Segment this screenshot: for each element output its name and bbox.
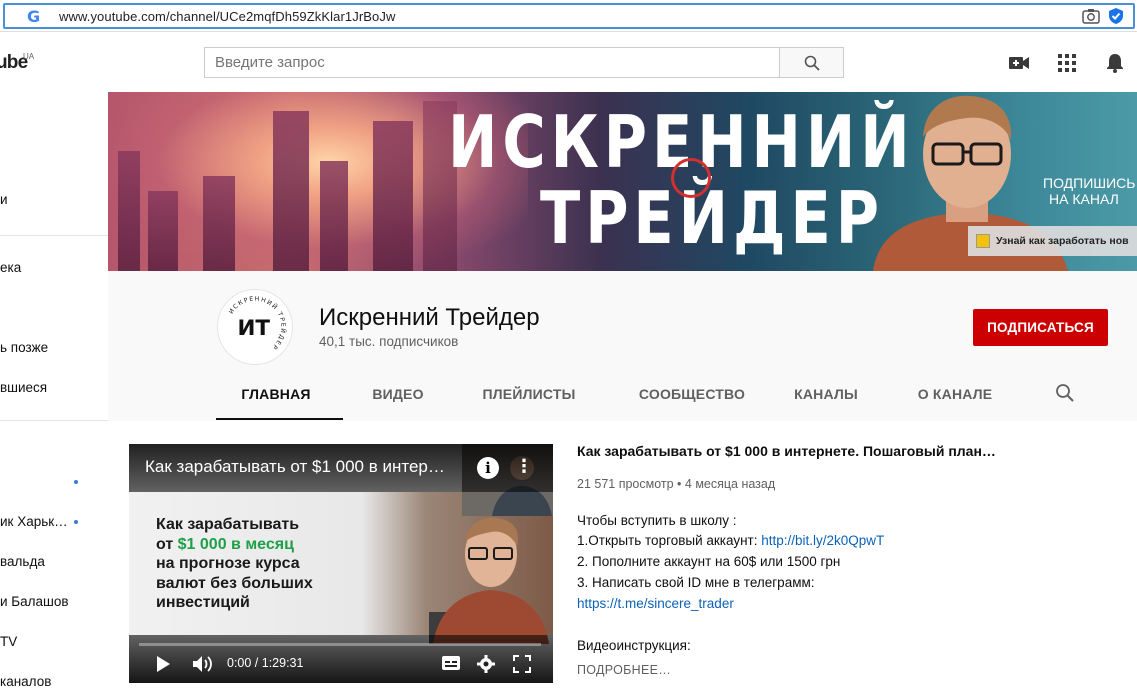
description-line: Видеоинструкция: [577, 638, 691, 653]
account-link[interactable]: http://bit.ly/2k0QpwT [761, 533, 884, 548]
search-button[interactable] [779, 47, 844, 78]
channel-search-icon[interactable] [1054, 382, 1076, 404]
description-line: 2. Пополните аккаунт на 60$ или 1500 грн [577, 554, 841, 569]
search-icon [804, 55, 820, 71]
show-more-button[interactable]: ПОДРОБНЕЕ… [577, 663, 671, 677]
tab-community[interactable]: СООБЩЕСТВО [627, 382, 757, 420]
banner-subscribe-line1: ПОДПИШИСЬ [1043, 175, 1136, 191]
video-time: 0:00 / 1:29:31 [227, 656, 304, 670]
caption-line: на прогнозе курса [156, 555, 300, 572]
url-text[interactable]: www.youtube.com/channel/UCe2mqfDh59ZkKla… [59, 9, 395, 24]
caption-line: валют без больших [156, 574, 313, 592]
building-shape [273, 111, 309, 271]
browser-address-bar: G www.youtube.com/channel/UCe2mqfDh59ZkK… [0, 0, 1137, 32]
screenshot-camera-icon[interactable] [1081, 7, 1101, 25]
tab-about[interactable]: О КАНАЛЕ [910, 382, 1000, 420]
more-vert-icon[interactable]: ⋮ [515, 456, 533, 477]
video-title-bar: Как зарабатывать от $1 000 в интер… i ⋮ [129, 444, 553, 492]
video-camera-icon [1009, 57, 1029, 69]
link-favicon-icon [976, 234, 990, 248]
sidebar-item[interactable]: ека [0, 260, 21, 282]
caption-line: инвестиций [156, 594, 250, 611]
info-icon[interactable]: i [477, 457, 499, 479]
thumbnail-caption: Как зарабатывать от $1 000 в месяц на пр… [156, 515, 313, 613]
sidebar-item[interactable]: ик Харьк… [0, 514, 68, 536]
sidebar-divider [0, 235, 108, 236]
video-meta: 21 571 просмотр • 4 месяца назад [577, 477, 776, 491]
channel-banner: ИСКРЕННИЙ ТРЕЙДЕР ПОДПИШИСЬ НА КАНАЛ Узн… [108, 92, 1137, 271]
logo-region-code: UA [23, 52, 35, 61]
building-shape [373, 121, 413, 271]
youtube-header: ube UA [0, 32, 1137, 92]
svg-text:ИТ: ИТ [237, 316, 270, 341]
notifications-button[interactable] [1103, 52, 1127, 74]
subtitles-icon[interactable] [441, 655, 461, 671]
fullscreen-icon[interactable] [513, 655, 531, 673]
subscriber-count: 40,1 тыс. подписчиков [319, 334, 459, 349]
sidebar-item[interactable]: и Балашов [0, 594, 69, 616]
apps-button[interactable] [1055, 52, 1079, 74]
caption-prefix: от [156, 535, 178, 553]
url-field[interactable]: G www.youtube.com/channel/UCe2mqfDh59ZkK… [3, 3, 1135, 29]
building-shape [320, 161, 348, 271]
description-line: 1.Открыть торговый аккаунт: http://bit.l… [577, 533, 884, 548]
channel-header: ИСКРЕННИЙ ТРЕЙДЕР ИТ Искренний Трейдер 4… [108, 271, 1137, 421]
sidebar-item[interactable]: каналов [0, 674, 51, 690]
create-video-button[interactable] [1007, 52, 1031, 74]
banner-subscribe-line2: НА КАНАЛ [1049, 191, 1119, 207]
thumbnail-person-photo [429, 517, 549, 644]
shield-check-icon[interactable] [1107, 7, 1125, 25]
building-shape [148, 191, 178, 271]
active-tab-underline [216, 418, 343, 420]
caption-line: Как зарабатывать [156, 516, 300, 533]
description-text: 1.Открыть торговый аккаунт: [577, 533, 762, 548]
search-input[interactable] [205, 48, 780, 77]
channel-avatar[interactable]: ИСКРЕННИЙ ТРЕЙДЕР ИТ [217, 289, 293, 365]
tab-playlists[interactable]: ПЛЕЙЛИСТЫ [474, 382, 584, 420]
caption-highlight: $1 000 в месяц [177, 535, 294, 553]
video-title-link[interactable]: Как зарабатывать от $1 000 в интернете. … [577, 443, 996, 459]
bell-icon [1107, 54, 1123, 73]
tab-channels[interactable]: КАНАЛЫ [791, 382, 861, 420]
video-player[interactable]: Как зарабатывать от $1 000 в месяц на пр… [129, 444, 553, 683]
sidebar-item[interactable]: вшиеся [0, 380, 47, 402]
video-player-title[interactable]: Как зарабатывать от $1 000 в интер… [145, 457, 445, 477]
banner-subscribe-text: ПОДПИШИСЬ НА КАНАЛ [1043, 175, 1135, 207]
google-icon: G [27, 7, 41, 26]
building-shape [118, 151, 140, 271]
youtube-channel-page: G www.youtube.com/channel/UCe2mqfDh59ZkK… [0, 0, 1137, 690]
new-content-dot [74, 520, 78, 524]
apps-grid-icon [1058, 54, 1076, 72]
channel-name[interactable]: Искренний Трейдер [319, 304, 540, 332]
sidebar: и ека ь позже вшиеся ик Харьк… вальда и … [0, 92, 108, 690]
target-crosshair-icon [671, 158, 711, 198]
description-line: 3. Написать свой ID мне в телеграмм: [577, 575, 815, 590]
tab-home[interactable]: ГЛАВНАЯ [236, 382, 316, 420]
sidebar-item[interactable]: ь позже [0, 340, 48, 362]
play-icon[interactable] [155, 655, 171, 673]
volume-icon[interactable] [192, 655, 214, 673]
video-controls: 0:00 / 1:29:31 [129, 635, 553, 683]
building-shape [203, 176, 235, 271]
sidebar-divider [0, 420, 108, 421]
search-box [204, 47, 780, 78]
sidebar-item[interactable]: TV [0, 634, 17, 656]
settings-gear-icon[interactable] [477, 655, 495, 673]
caption-line: от $1 000 в месяц [156, 535, 313, 555]
description-line: Чтобы вступить в школу : [577, 513, 737, 528]
subscribe-button[interactable]: ПОДПИСАТЬСЯ [973, 309, 1108, 346]
featured-section: Как зарабатывать от $1 000 в месяц на пр… [108, 421, 1137, 690]
telegram-link[interactable]: https://t.me/sincere_trader [577, 596, 734, 611]
new-content-dot [74, 480, 78, 484]
banner-title-line2: ТРЕЙДЕР [540, 176, 884, 260]
banner-link-text: Узнай как заработать нов [996, 235, 1129, 247]
progress-bar[interactable] [139, 643, 541, 646]
sidebar-item[interactable]: вальда [0, 554, 45, 576]
tab-videos[interactable]: ВИДЕО [368, 382, 428, 420]
banner-link[interactable]: Узнай как заработать нов [968, 226, 1137, 256]
sidebar-item[interactable]: и [0, 192, 8, 214]
